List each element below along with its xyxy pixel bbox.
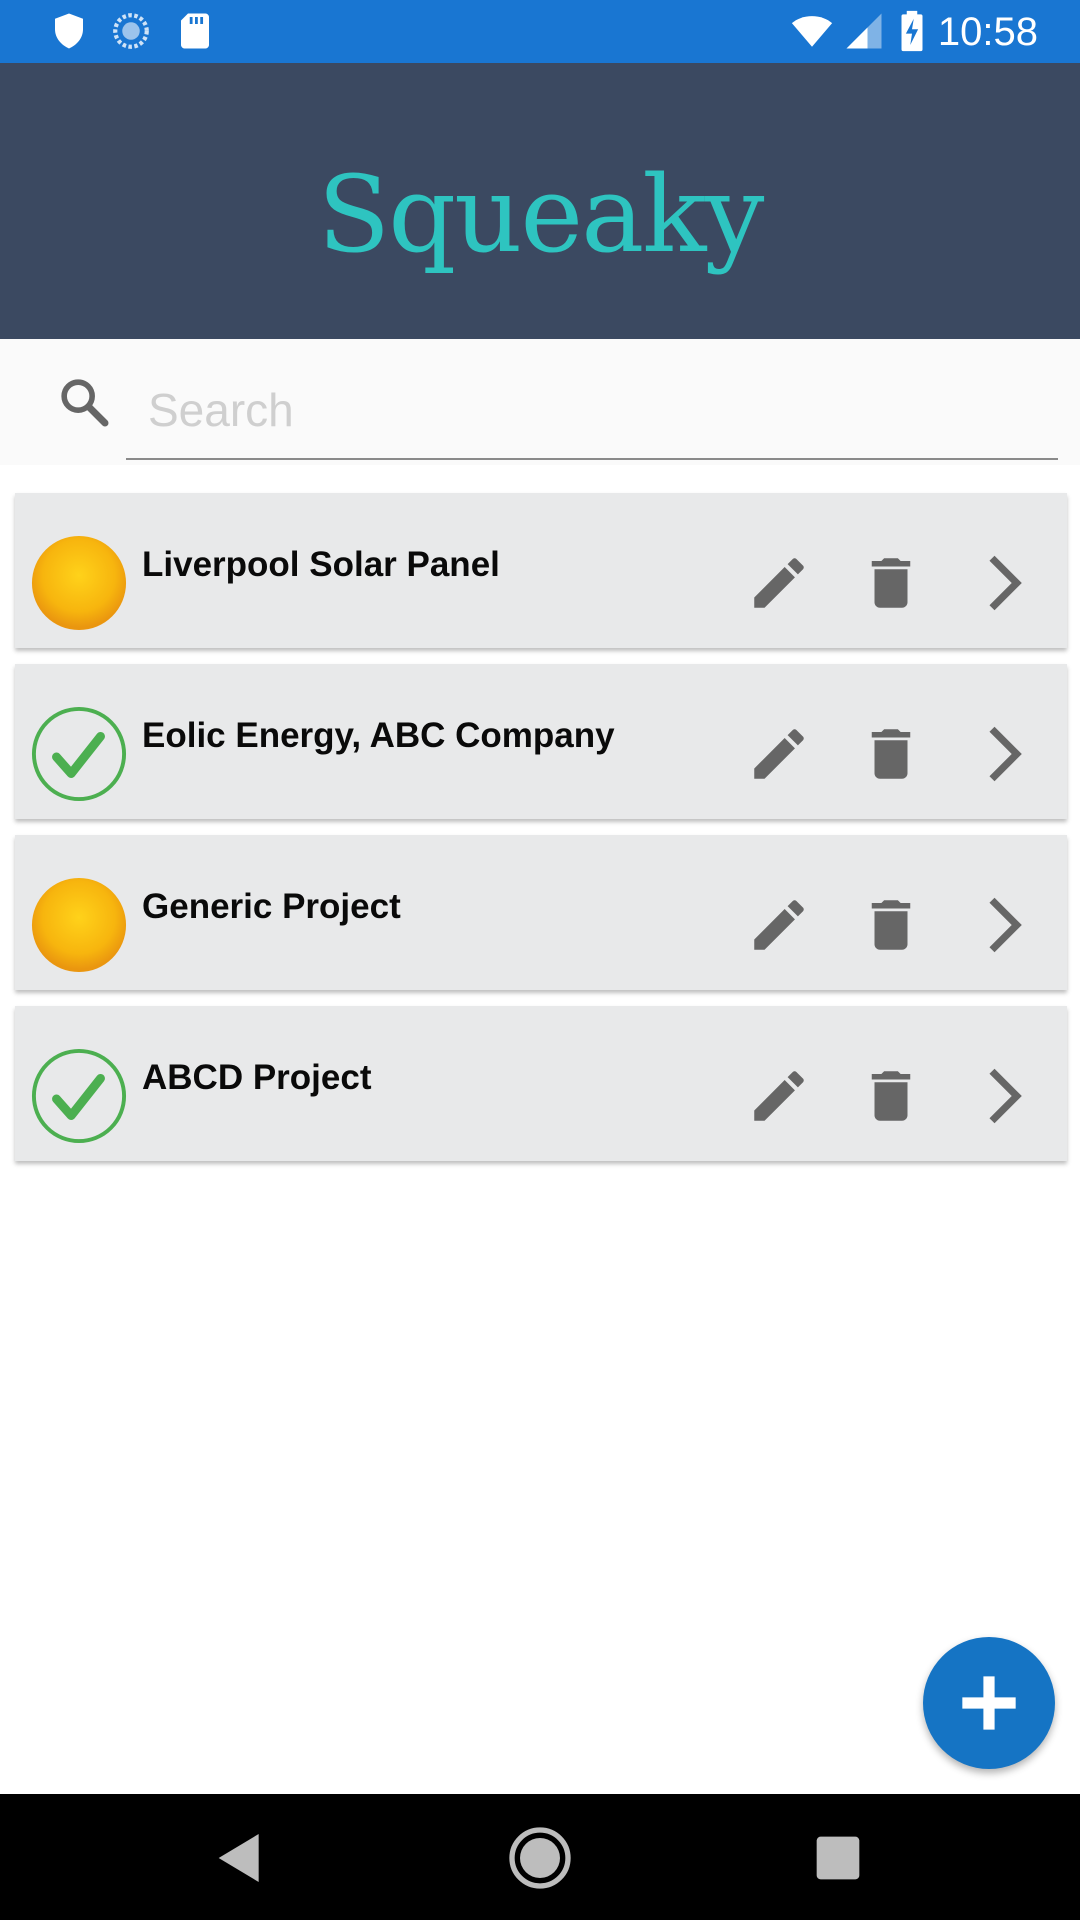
app-logo: Squeaky bbox=[317, 153, 765, 276]
project-name: Generic Project bbox=[142, 887, 401, 926]
wifi-icon bbox=[791, 16, 833, 47]
shield-icon bbox=[55, 13, 83, 49]
sd-card-icon bbox=[181, 13, 209, 49]
chevron-right-icon[interactable] bbox=[970, 1063, 1036, 1129]
pending-status-icon bbox=[31, 535, 127, 631]
status-bar: 10:58 bbox=[0, 0, 1080, 63]
delete-icon[interactable] bbox=[858, 550, 924, 616]
add-project-button[interactable] bbox=[923, 1637, 1055, 1769]
sync-icon bbox=[113, 13, 149, 49]
project-name: Liverpool Solar Panel bbox=[142, 545, 500, 584]
app-header: Squeaky bbox=[0, 63, 1080, 339]
delete-icon[interactable] bbox=[858, 1063, 924, 1129]
recents-icon[interactable] bbox=[806, 1826, 870, 1890]
search-icon bbox=[61, 379, 109, 427]
project-row[interactable]: Liverpool Solar Panel bbox=[15, 493, 1067, 648]
edit-icon[interactable] bbox=[746, 1063, 812, 1129]
chevron-right-icon[interactable] bbox=[970, 892, 1036, 958]
navigation-bar bbox=[0, 1794, 1080, 1920]
project-row[interactable]: Generic Project bbox=[15, 835, 1067, 990]
edit-icon[interactable] bbox=[746, 892, 812, 958]
chevron-right-icon[interactable] bbox=[970, 721, 1036, 787]
check-status-icon bbox=[31, 706, 127, 802]
project-name: ABCD Project bbox=[142, 1058, 372, 1097]
delete-icon[interactable] bbox=[858, 892, 924, 958]
battery-charging-icon bbox=[901, 10, 923, 52]
project-row[interactable]: ABCD Project bbox=[15, 1006, 1067, 1161]
plus-icon bbox=[962, 1676, 1016, 1730]
pending-status-icon bbox=[31, 877, 127, 973]
delete-icon[interactable] bbox=[858, 721, 924, 787]
cellular-signal-icon bbox=[846, 13, 882, 49]
edit-icon[interactable] bbox=[746, 721, 812, 787]
check-status-icon bbox=[31, 1048, 127, 1144]
home-icon[interactable] bbox=[508, 1826, 572, 1890]
search-input[interactable] bbox=[126, 362, 1058, 460]
back-icon[interactable] bbox=[208, 1826, 272, 1890]
edit-icon[interactable] bbox=[746, 550, 812, 616]
status-time: 10:58 bbox=[937, 10, 1038, 54]
project-list: Liverpool Solar Panel Eolic Energy, ABC … bbox=[15, 493, 1067, 1177]
project-name: Eolic Energy, ABC Company bbox=[142, 716, 615, 755]
chevron-right-icon[interactable] bbox=[970, 550, 1036, 616]
project-row[interactable]: Eolic Energy, ABC Company bbox=[15, 664, 1067, 819]
